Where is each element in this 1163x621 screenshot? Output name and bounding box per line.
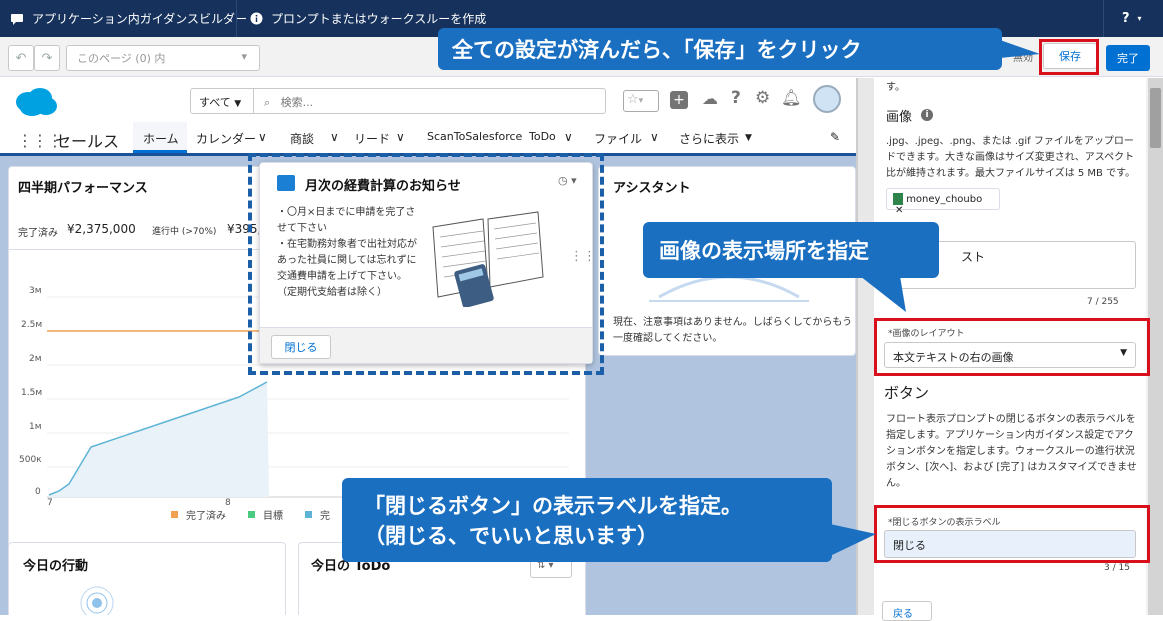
undo-button[interactable]: ↶ <box>8 45 34 71</box>
nav-tab-home[interactable]: ホーム <box>143 130 179 147</box>
nav-tab-todo[interactable]: ToDo <box>529 130 556 143</box>
chevron-down-icon[interactable]: ∨ <box>650 130 659 144</box>
layout-highlight-box <box>874 318 1150 376</box>
legend-open: 完 <box>320 511 330 522</box>
nav-tab-scantosalesforce[interactable]: ScanToSalesforce <box>427 130 522 143</box>
file-icon <box>893 193 903 205</box>
nav-tab-calendar[interactable]: カレンダー <box>196 130 256 147</box>
nav-tab-opportunities[interactable]: 商談 <box>290 130 314 147</box>
close-label-highlight-box <box>874 505 1150 563</box>
chevron-down-icon[interactable]: ∨ <box>396 130 405 144</box>
cloud-icon[interactable]: ☁ <box>702 89 718 108</box>
star-icon: ☆ <box>627 92 639 107</box>
gear-icon[interactable]: ⚙ <box>755 88 770 108</box>
legend-closed: 完了済み <box>186 511 226 522</box>
builder-title-tab[interactable]: アプリケーション内ガイダンスビルダー <box>0 0 257 37</box>
close-label-count: 3 / 15 <box>1104 563 1130 573</box>
close-button-callout-line1: 「閉じるボタン」の表示ラベルを指定。 <box>364 494 742 518</box>
button-help-text: フロート表示プロンプトの閉じるボタンの表示ラベルを指定します。アプリケーション内… <box>886 414 1137 489</box>
alt-text-count: 7 / 255 <box>1087 297 1119 307</box>
panel-top-text: す。 <box>886 82 905 93</box>
chart-legend: 完了済み 目標 完 <box>171 507 330 522</box>
chevron-down-icon[interactable]: ∨ <box>258 130 267 144</box>
nav-tab-more[interactable]: さらに表示 <box>679 130 739 147</box>
add-icon[interactable]: + <box>670 91 688 109</box>
prompt-dashed-highlight <box>248 153 604 375</box>
redo-icon: ↷ <box>41 50 53 66</box>
nav-tab-leads[interactable]: リード <box>354 130 390 147</box>
builder-title: アプリケーション内ガイダンスビルダー <box>32 12 248 26</box>
legend-goal: 目標 <box>263 511 283 522</box>
image-help-text: .jpg、.jpeg、.png、または .gif ファイルをアップロードできます… <box>886 136 1136 179</box>
search-scope-select[interactable]: すべて ▼ <box>190 88 254 114</box>
search-scope-value: すべて <box>199 96 231 109</box>
help-icon[interactable]: ? <box>731 88 741 108</box>
image-position-callout-pointer <box>860 276 906 312</box>
salesforce-logo-icon <box>16 88 57 116</box>
image-position-callout: 画像の表示場所を指定 <box>643 222 939 278</box>
save-callout-pointer <box>1000 40 1040 58</box>
undo-icon: ↶ <box>15 50 27 66</box>
chevron-down-icon: ▾ <box>638 96 644 106</box>
favorites-button[interactable]: ☆▾ <box>623 90 659 112</box>
create-prompt-label: プロンプトまたはウォークスルーを作成 <box>271 12 487 26</box>
alt-text-value: スト <box>961 250 986 264</box>
close-icon[interactable]: ✕ <box>895 205 903 216</box>
help-label: ? <box>1122 11 1130 26</box>
panel-scrollbar[interactable] <box>1148 78 1163 615</box>
app-name: セールス <box>55 132 120 151</box>
assistant-message: 現在、注意事項はありません。しばらくしてからもう一度確認してください。 <box>613 317 853 344</box>
close-button-callout-pointer <box>830 524 876 556</box>
redo-button[interactable]: ↷ <box>34 45 60 71</box>
page-scope-select[interactable]: このページ (0) 内 ▾ <box>66 45 260 71</box>
search-input[interactable]: ⌕ 検索... <box>253 88 606 114</box>
chevron-down-icon[interactable]: ▼ <box>745 133 752 143</box>
info-icon <box>250 12 263 25</box>
sf-header: すべて ▼ ⌕ 検索... ☆▾ + ☁ ? ⚙ 🔔︎ <box>0 78 858 122</box>
chevron-down-icon[interactable]: ∨ <box>330 130 339 144</box>
chevron-down-icon: ▾ <box>1137 14 1142 23</box>
back-button[interactable]: 戻る <box>882 601 932 621</box>
close-button-callout: 「閉じるボタン」の表示ラベルを指定。 （閉じる、でいいと思います） <box>342 478 832 562</box>
avatar[interactable] <box>813 85 841 113</box>
pencil-icon[interactable]: ✎ <box>830 130 840 144</box>
file-name: money_choubo <box>906 194 983 205</box>
save-highlight-box <box>1039 39 1099 75</box>
info-icon[interactable]: i <box>921 109 933 121</box>
chevron-down-icon[interactable]: ∨ <box>564 130 573 144</box>
sf-nav-bar: ⋮⋮⋮ セールス ホーム カレンダー ∨ 商談 ∨ リード ∨ ScanToSa… <box>0 122 858 156</box>
done-button[interactable]: 完了 <box>1106 45 1150 71</box>
chevron-down-icon: ▼ <box>234 99 242 109</box>
close-button-callout-line2: （閉じる、でいいと思います） <box>364 524 658 548</box>
save-callout: 全ての設定が済んだら、「保存」をクリック <box>438 28 1002 70</box>
assistant-title: アシスタント <box>613 181 691 196</box>
bell-icon[interactable]: 🔔︎ <box>781 88 801 107</box>
radar-icon <box>80 586 114 615</box>
button-heading: ボタン <box>884 384 930 402</box>
page-scope-value: このページ (0) 内 <box>77 52 166 65</box>
chevron-down-icon: ▾ <box>241 50 247 63</box>
today-actions-title: 今日の行動 <box>23 559 89 574</box>
scrollbar-thumb[interactable] <box>1150 88 1161 148</box>
nav-tab-files[interactable]: ファイル <box>594 130 642 147</box>
file-pill[interactable]: money_choubo ✕ <box>886 188 1000 216</box>
image-label: 画像 <box>886 110 913 125</box>
today-actions-card: 今日の行動 <box>8 542 286 615</box>
search-placeholder: 検索... <box>280 96 314 109</box>
chat-icon <box>11 13 23 25</box>
help-menu[interactable]: ? ▾ <box>1112 0 1152 37</box>
search-icon: ⌕ <box>264 96 271 109</box>
